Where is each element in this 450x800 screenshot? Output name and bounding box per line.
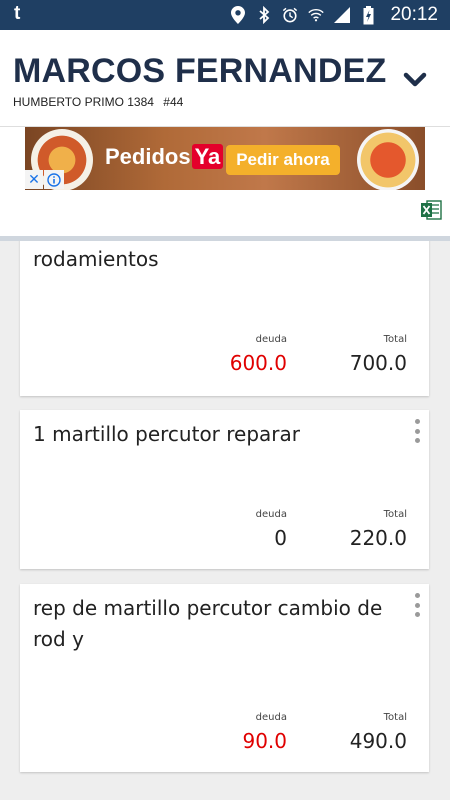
- ad-info-icon[interactable]: [44, 170, 64, 189]
- order-description: rep de martillo percutor cambio de rod y: [33, 596, 383, 651]
- total-value: 220.0: [349, 526, 407, 550]
- pizza-image: [357, 129, 419, 190]
- excel-export-icon[interactable]: [420, 199, 442, 221]
- order-card[interactable]: 1 martillo percutor reparar deuda Total …: [20, 410, 429, 569]
- alarm-icon: [282, 7, 298, 23]
- order-card[interactable]: rodamientos deuda Total 600.0 700.0: [20, 241, 429, 396]
- more-options-icon[interactable]: [413, 419, 421, 443]
- orders-list[interactable]: rodamientos deuda Total 600.0 700.0 1 ma…: [0, 241, 450, 800]
- total-label: Total: [383, 334, 407, 345]
- order-card[interactable]: rep de martillo percutor cambio de rod y…: [20, 584, 429, 772]
- clock: 20:12: [390, 4, 438, 25]
- ad-close-icon[interactable]: ✕: [25, 170, 43, 189]
- ad-brand-logo: Pedidos Ya: [105, 144, 224, 170]
- total-value: 700.0: [349, 351, 407, 375]
- ad-container: Pedidos Ya Pedir ahora: [0, 127, 450, 190]
- status-bar: t 20:12: [0, 0, 450, 30]
- tumblr-notification-icon: t: [14, 3, 21, 24]
- total-label: Total: [383, 509, 407, 520]
- ad-banner[interactable]: Pedidos Ya Pedir ahora: [25, 127, 425, 190]
- debt-value: 0: [274, 526, 287, 550]
- order-description: rodamientos: [33, 247, 159, 271]
- client-header: MARCOS FERNANDEZ HUMBERTO PRIMO 1384 #44: [0, 30, 450, 127]
- client-address: HUMBERTO PRIMO 1384: [13, 95, 154, 109]
- client-address-line: HUMBERTO PRIMO 1384 #44: [13, 95, 183, 109]
- ad-cta-button[interactable]: Pedir ahora: [226, 145, 340, 175]
- chevron-down-icon[interactable]: [402, 70, 428, 90]
- client-name: MARCOS FERNANDEZ: [13, 52, 387, 90]
- debt-label: deuda: [255, 712, 287, 723]
- more-options-icon[interactable]: [413, 593, 421, 617]
- total-label: Total: [383, 712, 407, 723]
- debt-label: deuda: [255, 509, 287, 520]
- total-value: 490.0: [349, 729, 407, 753]
- debt-value: 90.0: [242, 729, 287, 753]
- battery-charging-icon: [360, 5, 376, 24]
- location-icon: [230, 6, 246, 24]
- debt-value: 600.0: [229, 351, 287, 375]
- bluetooth-icon: [256, 6, 272, 24]
- toolbar: [0, 190, 450, 236]
- order-description: 1 martillo percutor reparar: [33, 422, 301, 446]
- client-number: #44: [163, 95, 184, 109]
- status-icons: 20:12: [230, 0, 438, 30]
- signal-icon: [334, 7, 351, 23]
- debt-label: deuda: [255, 334, 287, 345]
- wifi-icon: [308, 7, 325, 23]
